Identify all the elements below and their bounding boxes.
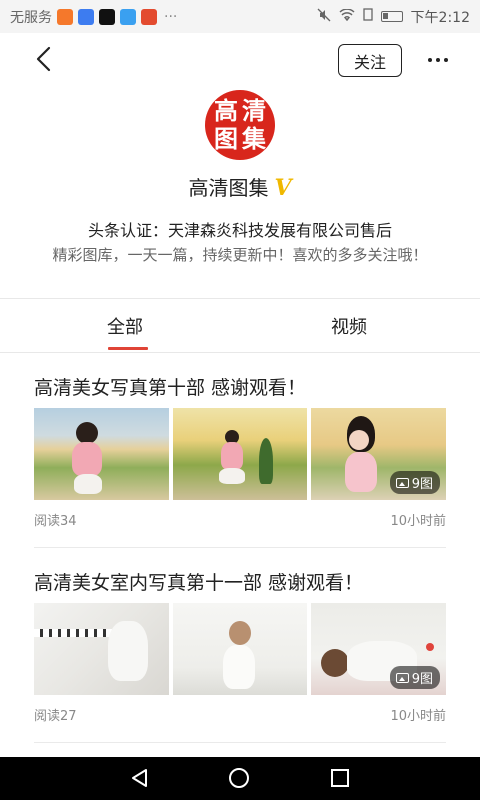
tab-video[interactable]: 视频 <box>331 313 367 339</box>
app-notification-icon <box>141 8 157 25</box>
image-count: 9图 <box>411 672 434 687</box>
article-thumbnail[interactable] <box>34 408 169 500</box>
no-sim-icon <box>362 8 373 25</box>
carrier-label: 无服务 <box>10 9 52 26</box>
top-bar: 关注 <box>0 33 480 88</box>
wifi-icon <box>339 7 355 25</box>
more-notifications-icon: ··· <box>164 8 178 25</box>
article-thumbnail[interactable] <box>172 408 308 500</box>
image-count-badge: 9图 <box>389 666 441 689</box>
image-icon <box>395 672 409 683</box>
content-tabs: 全部 视频 <box>0 299 480 351</box>
verified-badge-icon: V <box>274 175 292 201</box>
mute-icon <box>317 8 331 26</box>
app-notification-icon <box>120 8 136 25</box>
article-card[interactable]: 高清美女室内写真第十一部 感谢观看！ 9图 阅读27 10小时前 <box>34 568 447 724</box>
article-thumbnail[interactable]: 9图 <box>311 408 447 500</box>
nav-back-icon[interactable] <box>130 768 150 788</box>
avatar-char: 集 <box>242 124 266 153</box>
tiktok-notification-icon <box>99 8 115 25</box>
certification-text: 头条认证：天津森炎科技发展有限公司售后 <box>87 221 392 240</box>
nav-home-icon[interactable] <box>229 768 249 788</box>
read-count: 阅读27 <box>34 709 77 724</box>
profile-name: 高清图集 <box>188 176 269 200</box>
clock: 下午2:12 <box>410 9 470 26</box>
article-thumbnail[interactable] <box>34 603 169 695</box>
article-meta: 阅读34 10小时前 <box>34 510 446 529</box>
image-count-badge: 9图 <box>389 471 441 494</box>
more-options-icon[interactable] <box>420 47 456 73</box>
back-arrow-icon[interactable] <box>30 45 60 75</box>
article-title[interactable]: 高清美女室内写真第十一部 感谢观看！ <box>34 568 446 595</box>
avatar-char: 清 <box>242 96 266 125</box>
article-thumbnail[interactable] <box>172 603 308 695</box>
publish-time: 10小时前 <box>390 514 446 529</box>
battery-icon <box>380 11 403 22</box>
avatar-char: 图 <box>214 124 238 153</box>
publish-time: 10小时前 <box>390 709 446 724</box>
article-card[interactable]: 高清美女写真第十部 感谢观看！ 9图 阅读34 10小时前 <box>34 373 447 529</box>
tab-all[interactable]: 全部 <box>107 313 143 339</box>
divider <box>34 742 446 743</box>
article-image-row: 9图 <box>34 408 447 500</box>
profile-name-row: 高清图集 V <box>0 172 480 201</box>
avatar-char: 高 <box>214 96 238 125</box>
avatar[interactable]: 高 清 图 集 <box>205 90 275 160</box>
follow-button[interactable]: 关注 <box>338 44 402 77</box>
article-meta: 阅读27 10小时前 <box>34 705 446 724</box>
article-thumbnail[interactable]: 9图 <box>311 603 447 695</box>
app-notification-icon <box>78 8 94 25</box>
status-bar: 无服务 ··· 下午2:12 <box>0 0 480 33</box>
article-title[interactable]: 高清美女写真第十部 感谢观看！ <box>34 373 446 400</box>
article-image-row: 9图 <box>34 603 447 695</box>
nav-recent-apps-icon[interactable] <box>331 769 349 787</box>
app-notification-icon <box>57 8 73 25</box>
read-count: 阅读34 <box>34 514 77 529</box>
divider <box>34 547 446 548</box>
system-nav-bar <box>0 757 480 800</box>
image-icon <box>395 477 409 488</box>
active-tab-indicator <box>108 347 148 350</box>
divider <box>0 352 480 353</box>
profile-bio: 精彩图库，一天一篇，持续更新中！喜欢的多多关注哦！ <box>52 246 428 264</box>
image-count: 9图 <box>411 477 434 492</box>
